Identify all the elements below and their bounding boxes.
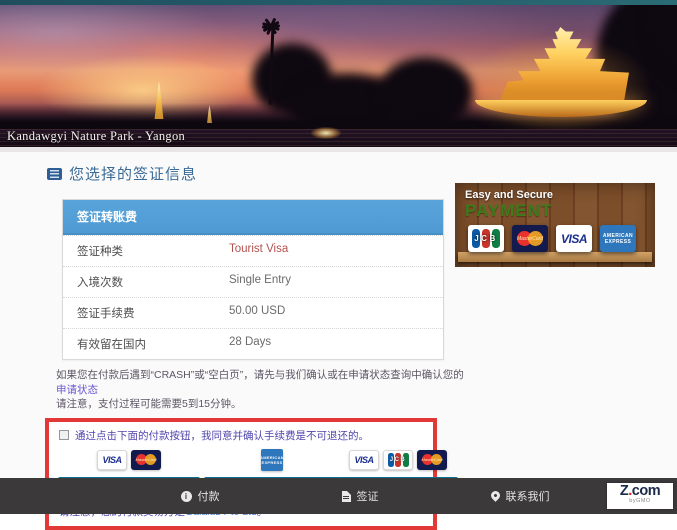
table-row: 签证种类 Tourist Visa bbox=[63, 235, 443, 266]
crash-notice: 如果您在付款后遇到“CRASH”或“空白页”，请先与我们确认或在申请状态查询中确… bbox=[56, 368, 468, 412]
row-value: 28 Days bbox=[229, 336, 271, 352]
zcom-logo[interactable]: Z.com byGMO bbox=[607, 483, 673, 509]
row-value: Single Entry bbox=[229, 274, 291, 290]
footer-item-contact[interactable]: 联系我们 bbox=[440, 488, 600, 504]
page-title-row: 您选择的签证信息 bbox=[0, 152, 677, 184]
row-label: 签证种类 bbox=[77, 243, 229, 259]
main-content: 您选择的签证信息 签证转账费 签证种类 Tourist Visa 入境次数 Si… bbox=[0, 152, 677, 478]
list-icon bbox=[47, 168, 62, 180]
agreement-row: 通过点击下面的付款按钮，我同意并确认手续费是不可退还的。 bbox=[59, 428, 423, 443]
amex-logo: AMERICANEXPRESS bbox=[261, 449, 283, 471]
amex-logo: AMERICANEXPRESS bbox=[600, 225, 636, 252]
visa-info-table: 签证转账费 签证种类 Tourist Visa 入境次数 Single Entr… bbox=[62, 199, 444, 360]
footer-item-label: 签证 bbox=[357, 488, 379, 504]
footer-item-visa[interactable]: 签证 bbox=[280, 488, 440, 504]
banner-subtitle: Easy and Secure bbox=[465, 189, 553, 201]
row-label: 有效留在国内 bbox=[77, 336, 229, 352]
wooden-shelf bbox=[458, 252, 652, 262]
light-reflection bbox=[311, 127, 341, 139]
page-title: 您选择的签证信息 bbox=[69, 163, 197, 184]
footer-nav: 付款 签证 联系我们 bbox=[120, 488, 600, 504]
footer-item-label: 联系我们 bbox=[506, 488, 550, 504]
card-logos: VISA MasterCard bbox=[97, 449, 161, 471]
table-row: 签证手续费 50.00 USD bbox=[63, 297, 443, 328]
mastercard-logo: MasterCard bbox=[417, 450, 447, 470]
notice-line1: 如果您在付款后遇到“CRASH”或“空白页”，请先与我们确认或在申请状态查询中确… bbox=[56, 369, 464, 381]
row-label: 入境次数 bbox=[77, 274, 229, 290]
photo-caption: Kandawgyi Nature Park - Yangon bbox=[7, 129, 185, 144]
secure-payment-banner: Easy and Secure PAYMENT JCB MasterCard V… bbox=[455, 183, 655, 267]
row-value: 50.00 USD bbox=[229, 305, 285, 321]
footer: 付款 签证 联系我们 Z.com byGMO bbox=[0, 478, 677, 514]
footer-item-payment[interactable]: 付款 bbox=[120, 488, 280, 504]
zcom-byline: byGMO bbox=[607, 498, 673, 504]
jcb-logo: JCB bbox=[468, 225, 504, 252]
card-logos: AMERICANEXPRESS bbox=[261, 449, 283, 471]
visa-logo: VISA bbox=[349, 450, 379, 470]
footer-item-label: 付款 bbox=[198, 488, 220, 504]
header-photo: Kandawgyi Nature Park - Yangon bbox=[0, 5, 677, 147]
row-value: Tourist Visa bbox=[229, 243, 288, 259]
info-icon bbox=[181, 491, 192, 502]
table-row: 入境次数 Single Entry bbox=[63, 266, 443, 297]
banner-title: PAYMENT bbox=[465, 201, 552, 221]
notice-line2: 请注意，支付过程可能需要5到15分钟。 bbox=[56, 398, 242, 410]
mastercard-logo: MasterCard bbox=[512, 225, 548, 252]
row-label: 签证手续费 bbox=[77, 305, 229, 321]
agreement-text: 通过点击下面的付款按钮，我同意并确认手续费是不可退还的。 bbox=[75, 428, 369, 443]
visa-logo: VISA bbox=[97, 450, 127, 470]
card-logos: VISA JCB MasterCard bbox=[349, 449, 447, 471]
application-status-link[interactable]: 申请状态 bbox=[56, 384, 98, 396]
jcb-logo: JCB bbox=[383, 450, 413, 470]
document-icon bbox=[342, 491, 351, 502]
mastercard-logo: MasterCard bbox=[131, 450, 161, 470]
banner-card-logos: JCB MasterCard VISA AMERICANEXPRESS bbox=[468, 225, 636, 252]
table-header: 签证转账费 bbox=[63, 200, 443, 235]
location-pin-icon bbox=[489, 489, 502, 502]
visa-logo: VISA bbox=[556, 225, 592, 252]
agreement-checkbox[interactable] bbox=[59, 430, 69, 440]
table-row: 有效留在国内 28 Days bbox=[63, 328, 443, 359]
